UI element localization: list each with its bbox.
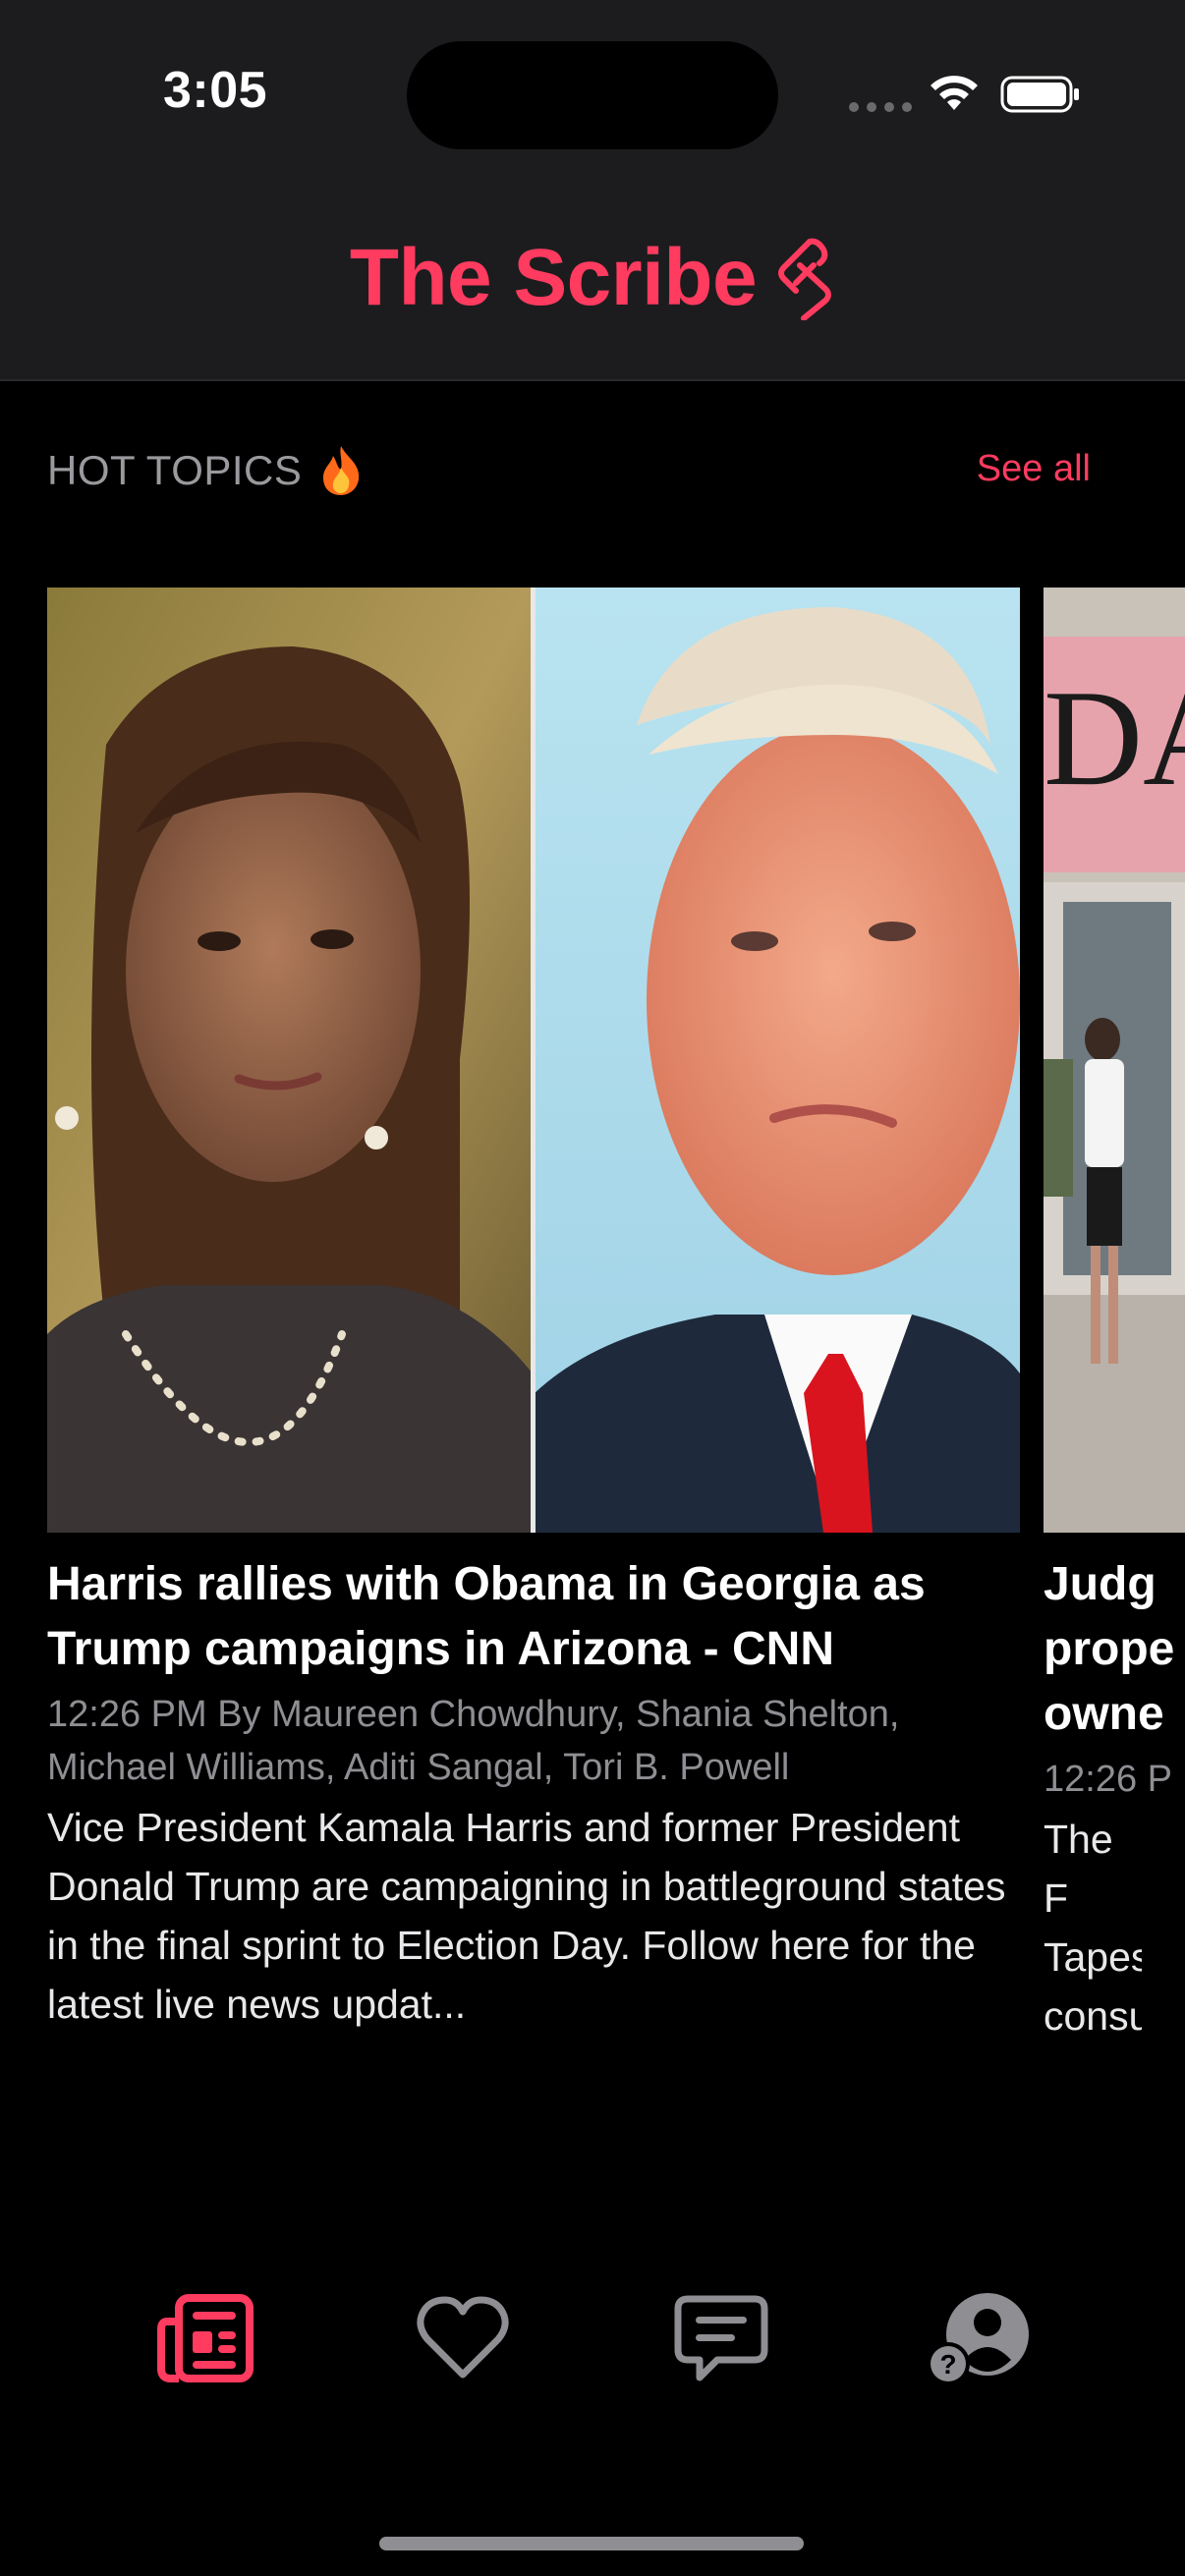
news-card[interactable]: DA Judg prope owne 12:26 P The F Tapes c…	[1044, 588, 1185, 2045]
news-photo	[47, 588, 1020, 1533]
app-title-text: The Scribe	[349, 233, 758, 322]
news-card[interactable]: Harris rallies with Obama in Georgia as …	[47, 588, 1020, 2034]
profile-help-icon: ?	[927, 2293, 1029, 2385]
tab-profile[interactable]: ?	[920, 2279, 1038, 2397]
news-card-headline: Harris rallies with Obama in Georgia as …	[47, 1558, 926, 1675]
svg-text:?: ?	[939, 2349, 956, 2380]
fire-icon	[323, 446, 360, 495]
app-screen: 3:05 The Scribe HOT TOPICS See all Harri…	[0, 0, 1185, 2576]
scribe-link-logo	[778, 238, 832, 320]
section-title: HOT TOPICS	[47, 444, 365, 497]
tab-news[interactable]	[147, 2279, 265, 2397]
tab-bar: ?	[0, 2279, 1185, 2407]
news-card-headline: Judg prope owne	[1044, 1558, 1175, 1740]
news-card-image	[47, 588, 1020, 1533]
news-card-image: DA	[1044, 588, 1185, 1533]
cellular-signal-icon	[849, 102, 912, 112]
news-card-description: The F Tapes consu	[1044, 1817, 1142, 2039]
status-time: 3:05	[163, 62, 268, 119]
app-title: The Scribe	[0, 232, 1185, 324]
news-photo: DA	[1044, 588, 1185, 1533]
chat-icon	[674, 2295, 768, 2381]
section-title-text: HOT TOPICS	[47, 447, 303, 493]
tab-favorites[interactable]	[404, 2279, 522, 2397]
news-card-meta: 12:26 P	[1044, 1759, 1172, 1800]
news-icon	[157, 2294, 254, 2382]
wifi-icon	[931, 76, 978, 110]
top-bar: 3:05 The Scribe	[0, 0, 1185, 381]
battery-icon	[1000, 76, 1079, 113]
news-card-description: Vice President Kamala Harris and former …	[47, 1805, 1006, 2027]
svg-text:DA: DA	[1044, 662, 1185, 814]
home-indicator[interactable]	[379, 2537, 804, 2550]
news-card-meta: 12:26 PM By Maureen Chowdhury, Shania Sh…	[47, 1694, 900, 1788]
dynamic-island	[407, 41, 778, 149]
heart-icon	[417, 2296, 509, 2379]
see-all-link[interactable]: See all	[977, 448, 1091, 490]
tab-chat[interactable]	[662, 2279, 780, 2397]
